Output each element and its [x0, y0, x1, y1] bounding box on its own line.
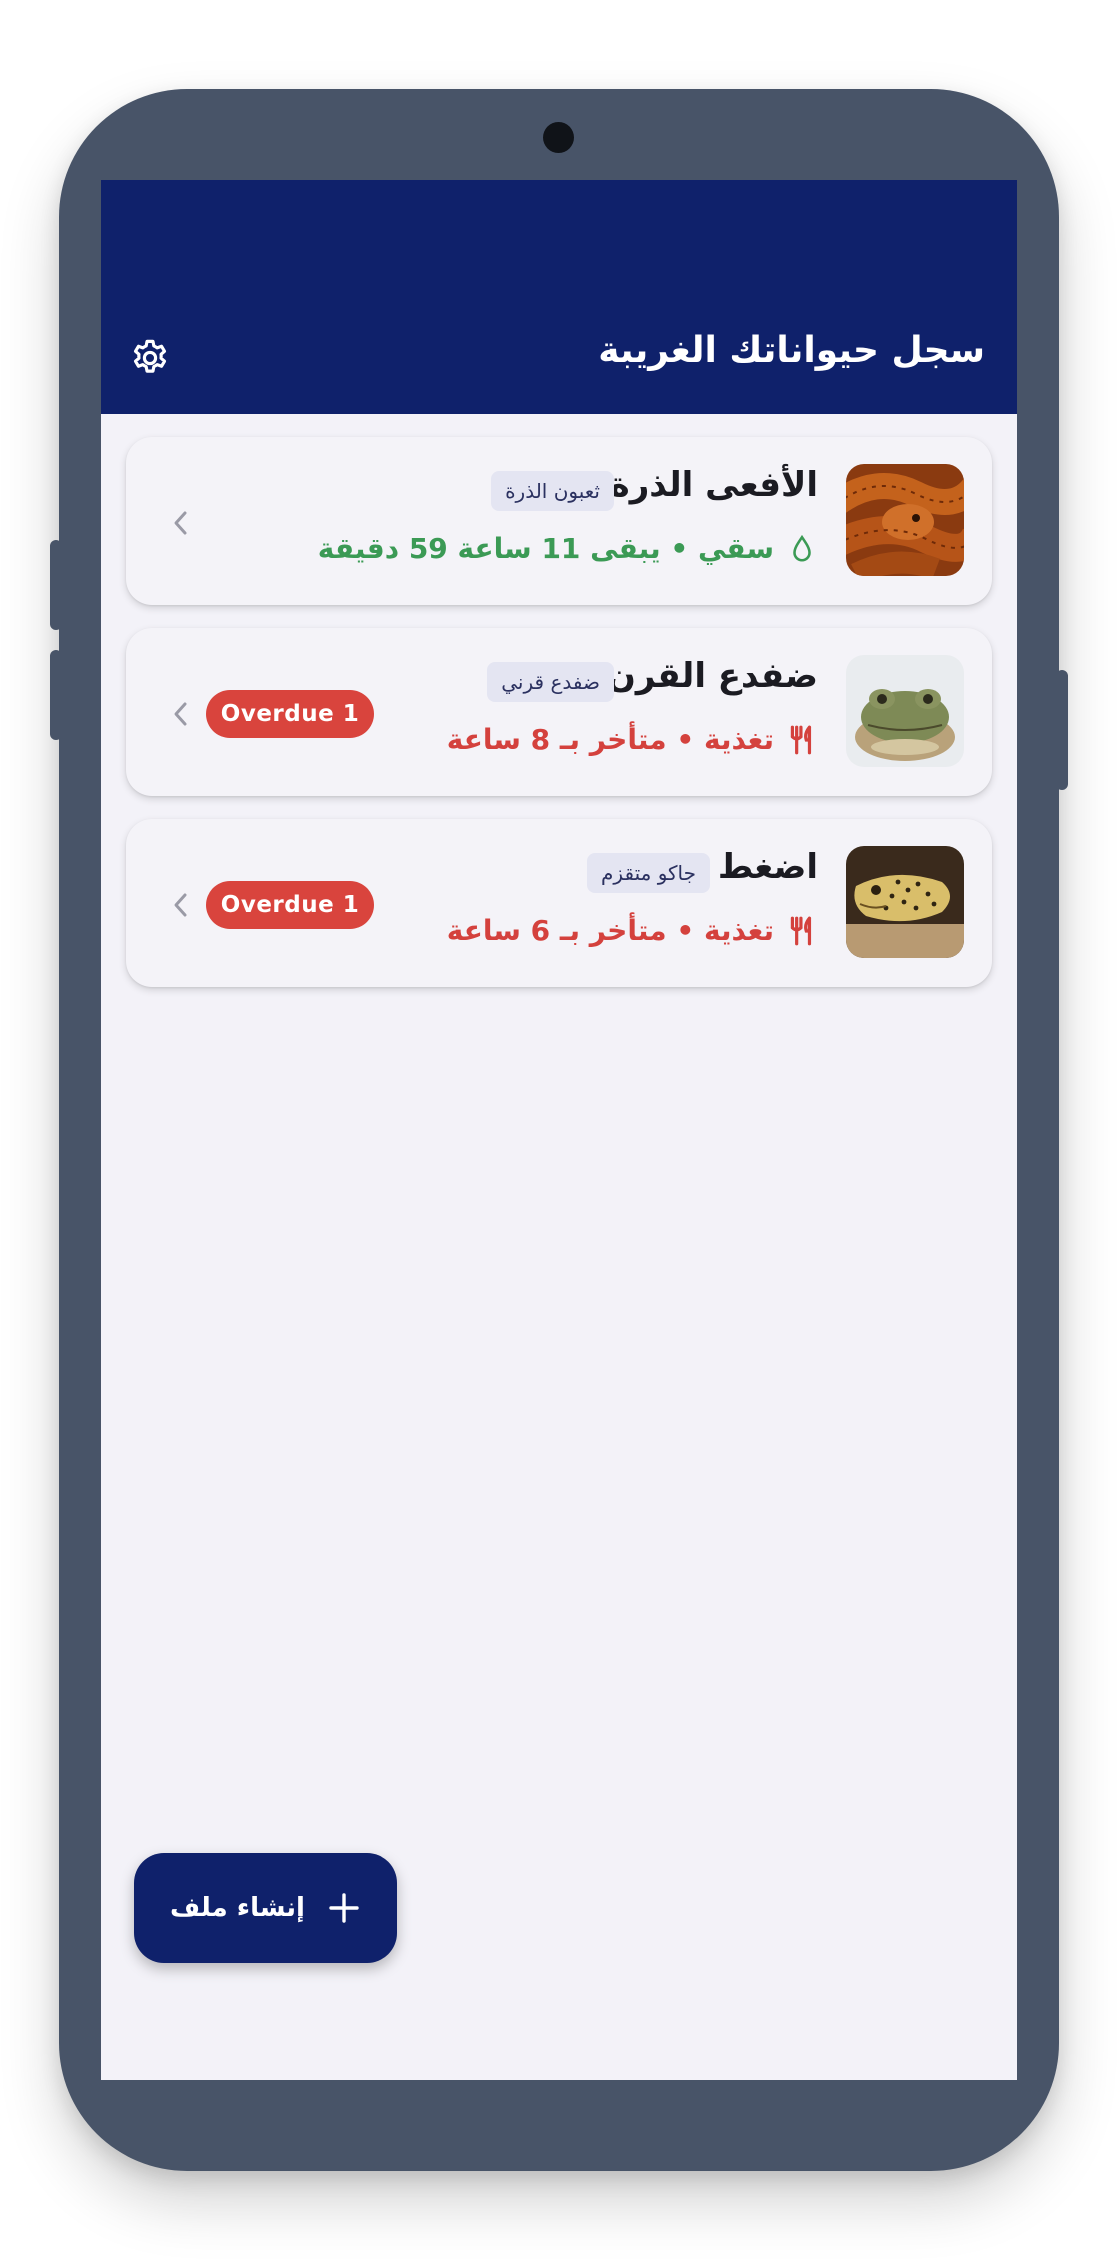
corn-snake-photo: [846, 464, 964, 576]
species-chip: ثعبون الذرة: [491, 471, 614, 511]
front-camera: [543, 122, 574, 153]
fork-knife-icon: [786, 724, 818, 756]
pet-name: ضفدع القرن: [606, 656, 818, 696]
water-drop-icon: [786, 533, 818, 565]
pet-name: الأفعى الذرة: [609, 465, 818, 505]
settings-button[interactable]: [127, 335, 173, 381]
chevron-left-icon: [166, 696, 194, 732]
pet-card[interactable]: ضفدع القرن ضفدع قرني تغذية • متأخر بـ 8 …: [126, 628, 992, 796]
overdue-badge: Overdue 1: [206, 690, 374, 738]
page-title: سجل حيواناتك الغريبة: [598, 330, 985, 371]
app-screen: سجل حيواناتك الغريبة الأفعى الذرة ثعبون …: [101, 180, 1017, 2080]
care-status-text: تغذية • متأخر بـ 8 ساعة: [446, 723, 774, 756]
create-profile-label: إنشاء ملف: [170, 1893, 305, 1923]
volume-down-button: [50, 650, 62, 740]
power-button: [1056, 670, 1068, 790]
pet-card[interactable]: اضغط جاكو متقزم تغذية • متأخر بـ 6 ساعة …: [126, 819, 992, 987]
care-status: تغذية • متأخر بـ 6 ساعة: [447, 914, 818, 947]
care-status-text: سقي • يبقى 11 ساعة 59 دقيقة: [317, 532, 774, 565]
care-status-text: تغذية • متأخر بـ 6 ساعة: [446, 914, 774, 947]
leopard-gecko-photo: [846, 846, 964, 958]
app-bar: سجل حيواناتك الغريبة: [101, 180, 1017, 414]
species-chip: جاكو متقزم: [587, 853, 710, 893]
horned-frog-photo: [846, 655, 964, 767]
care-status: تغذية • متأخر بـ 8 ساعة: [447, 723, 818, 756]
care-status: سقي • يبقى 11 ساعة 59 دقيقة: [318, 532, 818, 565]
chevron-left-icon: [166, 505, 194, 541]
overdue-badge: Overdue 1: [206, 881, 374, 929]
create-profile-button[interactable]: إنشاء ملف: [134, 1853, 397, 1963]
fork-knife-icon: [786, 915, 818, 947]
species-chip: ضفدع قرني: [487, 662, 614, 702]
chevron-left-icon: [166, 887, 194, 923]
volume-up-button: [50, 540, 62, 630]
pet-name: اضغط: [717, 847, 818, 887]
pet-card[interactable]: الأفعى الذرة ثعبون الذرة سقي • يبقى 11 س…: [126, 437, 992, 605]
gear-icon: [133, 339, 167, 373]
plus-icon: [327, 1891, 361, 1925]
